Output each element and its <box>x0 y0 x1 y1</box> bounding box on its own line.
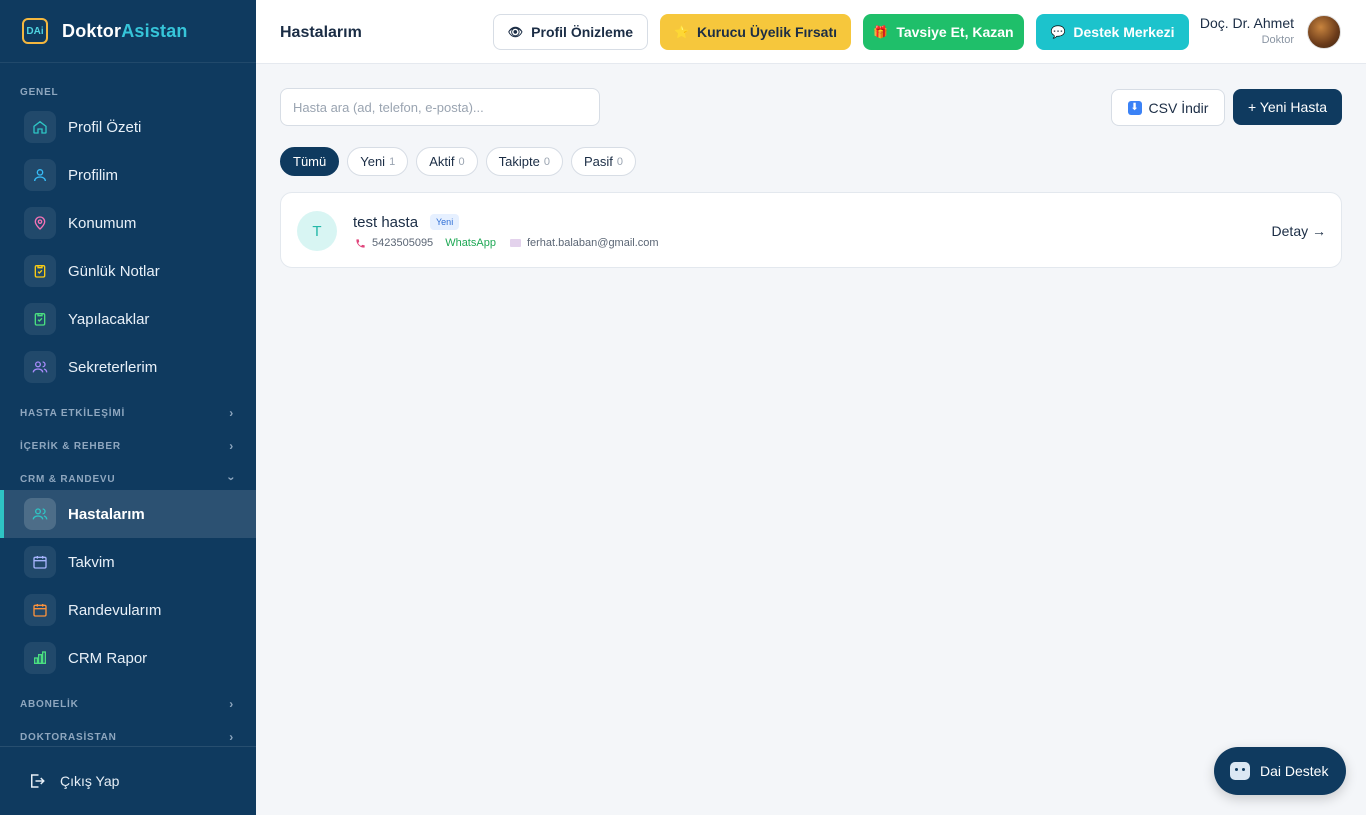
patient-name: test hasta <box>353 214 419 231</box>
patient-phone[interactable]: 5423505095 <box>372 237 433 249</box>
sidebar-item-yapilacaklar[interactable]: Yapılacaklar <box>0 295 256 343</box>
sidebar-item-label: Profil Özeti <box>68 118 142 136</box>
sidebar-item-gunluk-notlar[interactable]: Günlük Notlar <box>0 247 256 295</box>
filter-all[interactable]: Tümü <box>280 147 340 176</box>
chevron-down-icon: › <box>224 476 239 482</box>
sidebar: DAi DoktorAsistan GENEL Profil Özeti Pro… <box>0 0 256 815</box>
download-icon: ⬇ <box>1127 100 1142 115</box>
sidebar-item-profilim[interactable]: Profilim <box>0 151 256 199</box>
phone-icon <box>355 238 366 249</box>
bar-chart-icon <box>24 642 56 674</box>
section-icerik-rehber[interactable]: İÇERİK & REHBER › <box>0 439 256 453</box>
sidebar-item-profil-ozeti[interactable]: Profil Özeti <box>0 103 256 151</box>
support-center-button[interactable]: 💬 Destek Merkezi <box>1036 14 1189 50</box>
founder-membership-button[interactable]: ⭐ Kurucu Üyelik Fırsatı <box>660 14 851 50</box>
sidebar-item-konumum[interactable]: Konumum <box>0 199 256 247</box>
patients-icon <box>24 498 56 530</box>
sidebar-item-label: Hastalarım <box>68 505 145 523</box>
clipboard-check-icon <box>24 255 56 287</box>
clipboard-list-icon <box>24 303 56 335</box>
brand[interactable]: DAi DoktorAsistan <box>0 0 256 63</box>
sidebar-item-label: Profilim <box>68 166 119 184</box>
logout-icon <box>28 772 46 790</box>
sidebar-item-hastalarim[interactable]: Hastalarım <box>0 490 256 538</box>
topbar: Hastalarım 👁 Profil Önizleme ⭐ Kurucu Üyel… <box>256 0 1366 64</box>
csv-download-button[interactable]: ⬇ CSV İndir <box>1111 89 1225 126</box>
sidebar-item-label: CRM Rapor <box>68 649 148 667</box>
filter-new[interactable]: Yeni 1 <box>347 147 409 176</box>
user-icon <box>24 159 56 191</box>
patient-avatar: T <box>297 211 337 251</box>
sidebar-item-label: Konumum <box>68 214 137 232</box>
patient-contact: 5423505095 WhatsApp ferhat.balaban@gmail… <box>355 237 659 249</box>
sidebar-item-sekreterlerim[interactable]: Sekreterlerim <box>0 343 256 391</box>
refer-earn-button[interactable]: 🎁 Tavsiye Et, Kazan <box>863 14 1024 50</box>
chevron-right-icon: › <box>229 697 234 711</box>
section-hasta-etkilesimi[interactable]: HASTA ETKİLEŞİMİ › <box>0 406 256 420</box>
brand-name: DoktorAsistan <box>62 20 188 41</box>
robot-icon <box>1230 762 1250 780</box>
avatar[interactable] <box>1307 15 1341 49</box>
profile-preview-button[interactable]: 👁 Profil Önizleme <box>493 14 648 50</box>
logout-button[interactable]: Çıkış Yap <box>0 746 256 815</box>
filter-passive[interactable]: Pasif 0 <box>570 147 636 176</box>
status-filters: Tümü Yeni 1 Aktif 0 Takipte 0 Pasif 0 <box>280 147 644 176</box>
sidebar-item-label: Sekreterlerim <box>68 358 158 376</box>
user-info[interactable]: Doç. Dr. Ahmet Doktor <box>1200 15 1294 46</box>
status-badge: Yeni <box>430 214 460 230</box>
location-pin-icon <box>24 207 56 239</box>
sidebar-item-randevularim[interactable]: Randevularım <box>0 586 256 634</box>
eye-icon: 👁 <box>507 25 524 39</box>
section-abonelik[interactable]: ABONELİK › <box>0 697 256 711</box>
section-genel: GENEL <box>20 87 59 98</box>
chevron-right-icon: › <box>229 439 234 453</box>
sidebar-item-label: Günlük Notlar <box>68 262 160 280</box>
section-crm-randevu[interactable]: CRM & RANDEVU › <box>0 474 256 485</box>
sidebar-item-takvim[interactable]: Takvim <box>0 538 256 586</box>
brand-logo: DAi <box>22 18 48 44</box>
gift-icon: 🎁 <box>873 25 889 39</box>
logout-label: Çıkış Yap <box>60 773 120 789</box>
sidebar-item-label: Takvim <box>68 553 115 571</box>
email-icon <box>509 239 521 247</box>
filter-followup[interactable]: Takipte 0 <box>485 147 563 176</box>
users-icon <box>24 351 56 383</box>
patient-email[interactable]: ferhat.balaban@gmail.com <box>527 237 659 249</box>
add-patient-button[interactable]: + Yeni Hasta <box>1233 89 1342 125</box>
whatsapp-link[interactable]: WhatsApp <box>445 237 496 249</box>
home-icon <box>24 111 56 143</box>
calendar-appointments-icon <box>24 594 56 626</box>
calendar-icon <box>24 546 56 578</box>
chat-bubble-icon: 💬 <box>1050 25 1066 39</box>
user-role: Doktor <box>1261 34 1294 46</box>
sidebar-item-label: Yapılacaklar <box>68 310 150 328</box>
page-title: Hastalarım <box>280 24 362 41</box>
star-icon: ⭐ <box>674 25 689 39</box>
sidebar-item-label: Randevularım <box>68 601 162 619</box>
support-chat-button[interactable]: Dai Destek <box>1214 747 1346 795</box>
section-doktorasistan[interactable]: DOKTORASİSTAN › <box>0 730 256 744</box>
patient-card[interactable]: T test hasta Yeni 5423505095 WhatsApp fe… <box>280 192 1342 268</box>
chevron-right-icon: › <box>229 730 234 744</box>
search-input[interactable] <box>280 88 600 126</box>
filter-active[interactable]: Aktif 0 <box>416 147 478 176</box>
user-name: Doç. Dr. Ahmet <box>1199 15 1294 31</box>
chevron-right-icon: › <box>229 406 234 420</box>
detail-link[interactable]: Detay → <box>1272 223 1326 239</box>
sidebar-item-crm-rapor[interactable]: CRM Rapor <box>0 634 256 682</box>
